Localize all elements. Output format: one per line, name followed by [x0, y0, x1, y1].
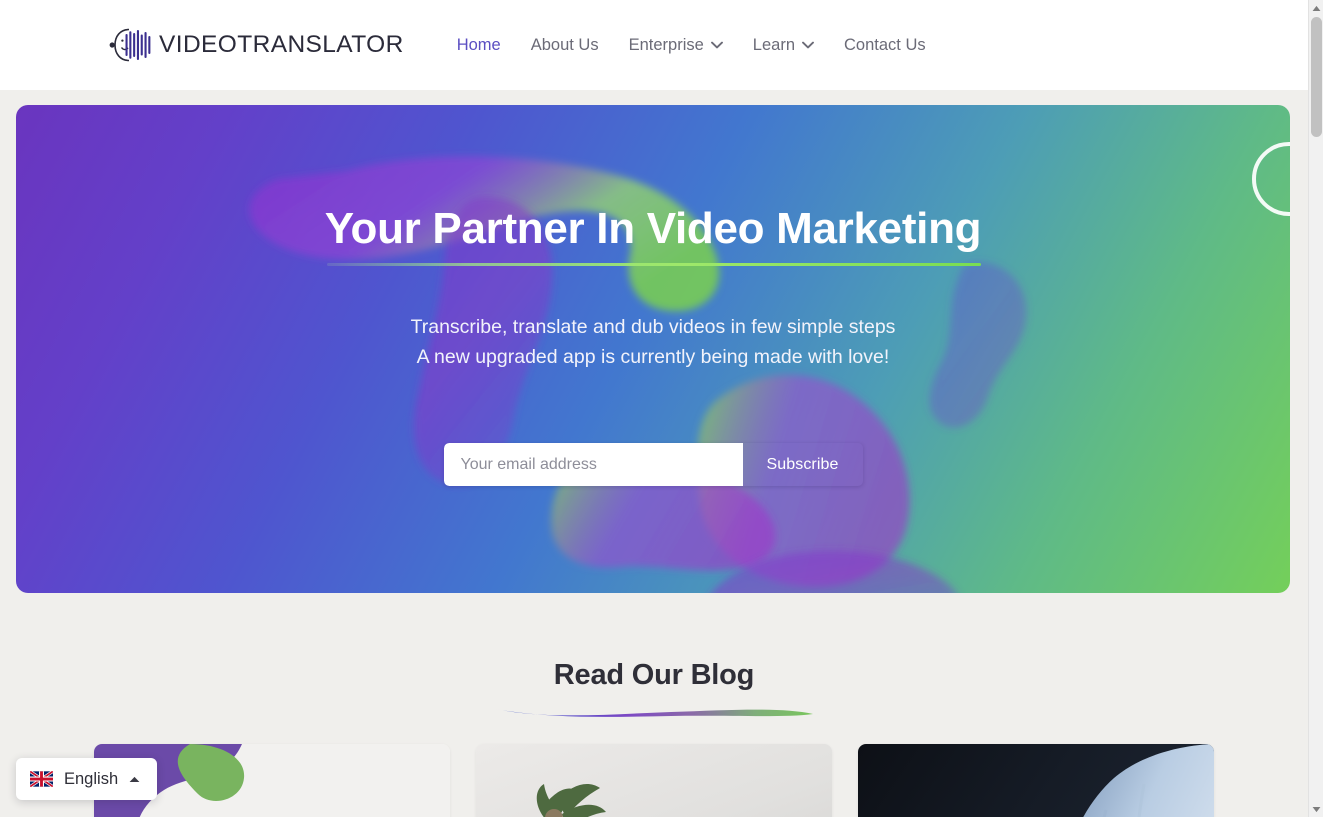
blog-title-swoosh-decoration [495, 709, 813, 717]
blog-section-title: Read Our Blog [553, 659, 755, 691]
language-selector[interactable]: English [16, 758, 158, 800]
uk-flag-icon [30, 771, 53, 787]
blog-card[interactable] [476, 744, 832, 817]
hero-title-text: Your Partner In Video Marketing [324, 204, 982, 253]
nav-item-enterprise[interactable]: Enterprise [614, 36, 738, 55]
waveform-face-logo-icon [109, 28, 151, 62]
blog-card-image [476, 744, 832, 817]
scroll-down-arrow-icon [1312, 806, 1321, 812]
portrait-photo-icon [858, 744, 1214, 817]
scroll-up-arrow-icon [1312, 5, 1321, 11]
scroll-down-button[interactable] [1309, 801, 1323, 817]
page-viewport: VIDEOTRANSLATOR Home About Us Enterprise… [0, 0, 1308, 817]
nav-item-contact-us[interactable]: Contact Us [829, 36, 941, 55]
blog-card-image [858, 744, 1214, 817]
brand-name: VIDEOTRANSLATOR [159, 31, 404, 58]
hero-subtitle-line-2: A new upgraded app is currently being ma… [416, 346, 890, 369]
email-input[interactable] [443, 443, 743, 487]
hero-title-underline [326, 263, 982, 267]
nav-item-label: Enterprise [628, 35, 704, 54]
gift-box-photo-icon [476, 744, 832, 817]
nav-item-label: Home [456, 35, 501, 54]
brand-logo-link[interactable]: VIDEOTRANSLATOR [108, 25, 404, 65]
main-nav: Home About Us Enterprise Learn Contact U… [442, 36, 941, 55]
caret-up-icon [129, 776, 140, 782]
nav-item-learn[interactable]: Learn [738, 36, 829, 55]
nav-item-label: Contact Us [844, 35, 926, 54]
site-header: VIDEOTRANSLATOR Home About Us Enterprise… [0, 0, 1308, 90]
subscribe-form: Subscribe [443, 443, 863, 487]
hero-banner: Your Partner In Video Marketing Transcri… [16, 105, 1290, 593]
blog-section: Read Our Blog [0, 593, 1308, 817]
blog-card-list [94, 744, 1214, 817]
chevron-down-icon [802, 41, 814, 49]
nav-item-home[interactable]: Home [442, 36, 516, 55]
scrollbar-thumb[interactable] [1311, 17, 1322, 137]
chevron-down-icon [710, 41, 723, 49]
blog-card[interactable] [858, 744, 1214, 817]
subscribe-button[interactable]: Subscribe [743, 443, 863, 486]
language-label: English [64, 769, 119, 788]
hero-title: Your Partner In Video Marketing [324, 204, 982, 267]
nav-item-label: Learn [752, 35, 795, 54]
vertical-scrollbar[interactable] [1308, 0, 1323, 817]
hero-content: Your Partner In Video Marketing Transcri… [16, 105, 1290, 593]
hero-subtitle-line-1: Transcribe, translate and dub videos in … [410, 316, 896, 339]
scroll-up-button[interactable] [1309, 0, 1323, 16]
nav-item-about-us[interactable]: About Us [516, 36, 614, 55]
nav-item-label: About Us [530, 35, 599, 54]
hero-subtitle: Transcribe, translate and dub videos in … [411, 312, 896, 372]
blog-heading-wrap: Read Our Blog [0, 593, 1308, 723]
